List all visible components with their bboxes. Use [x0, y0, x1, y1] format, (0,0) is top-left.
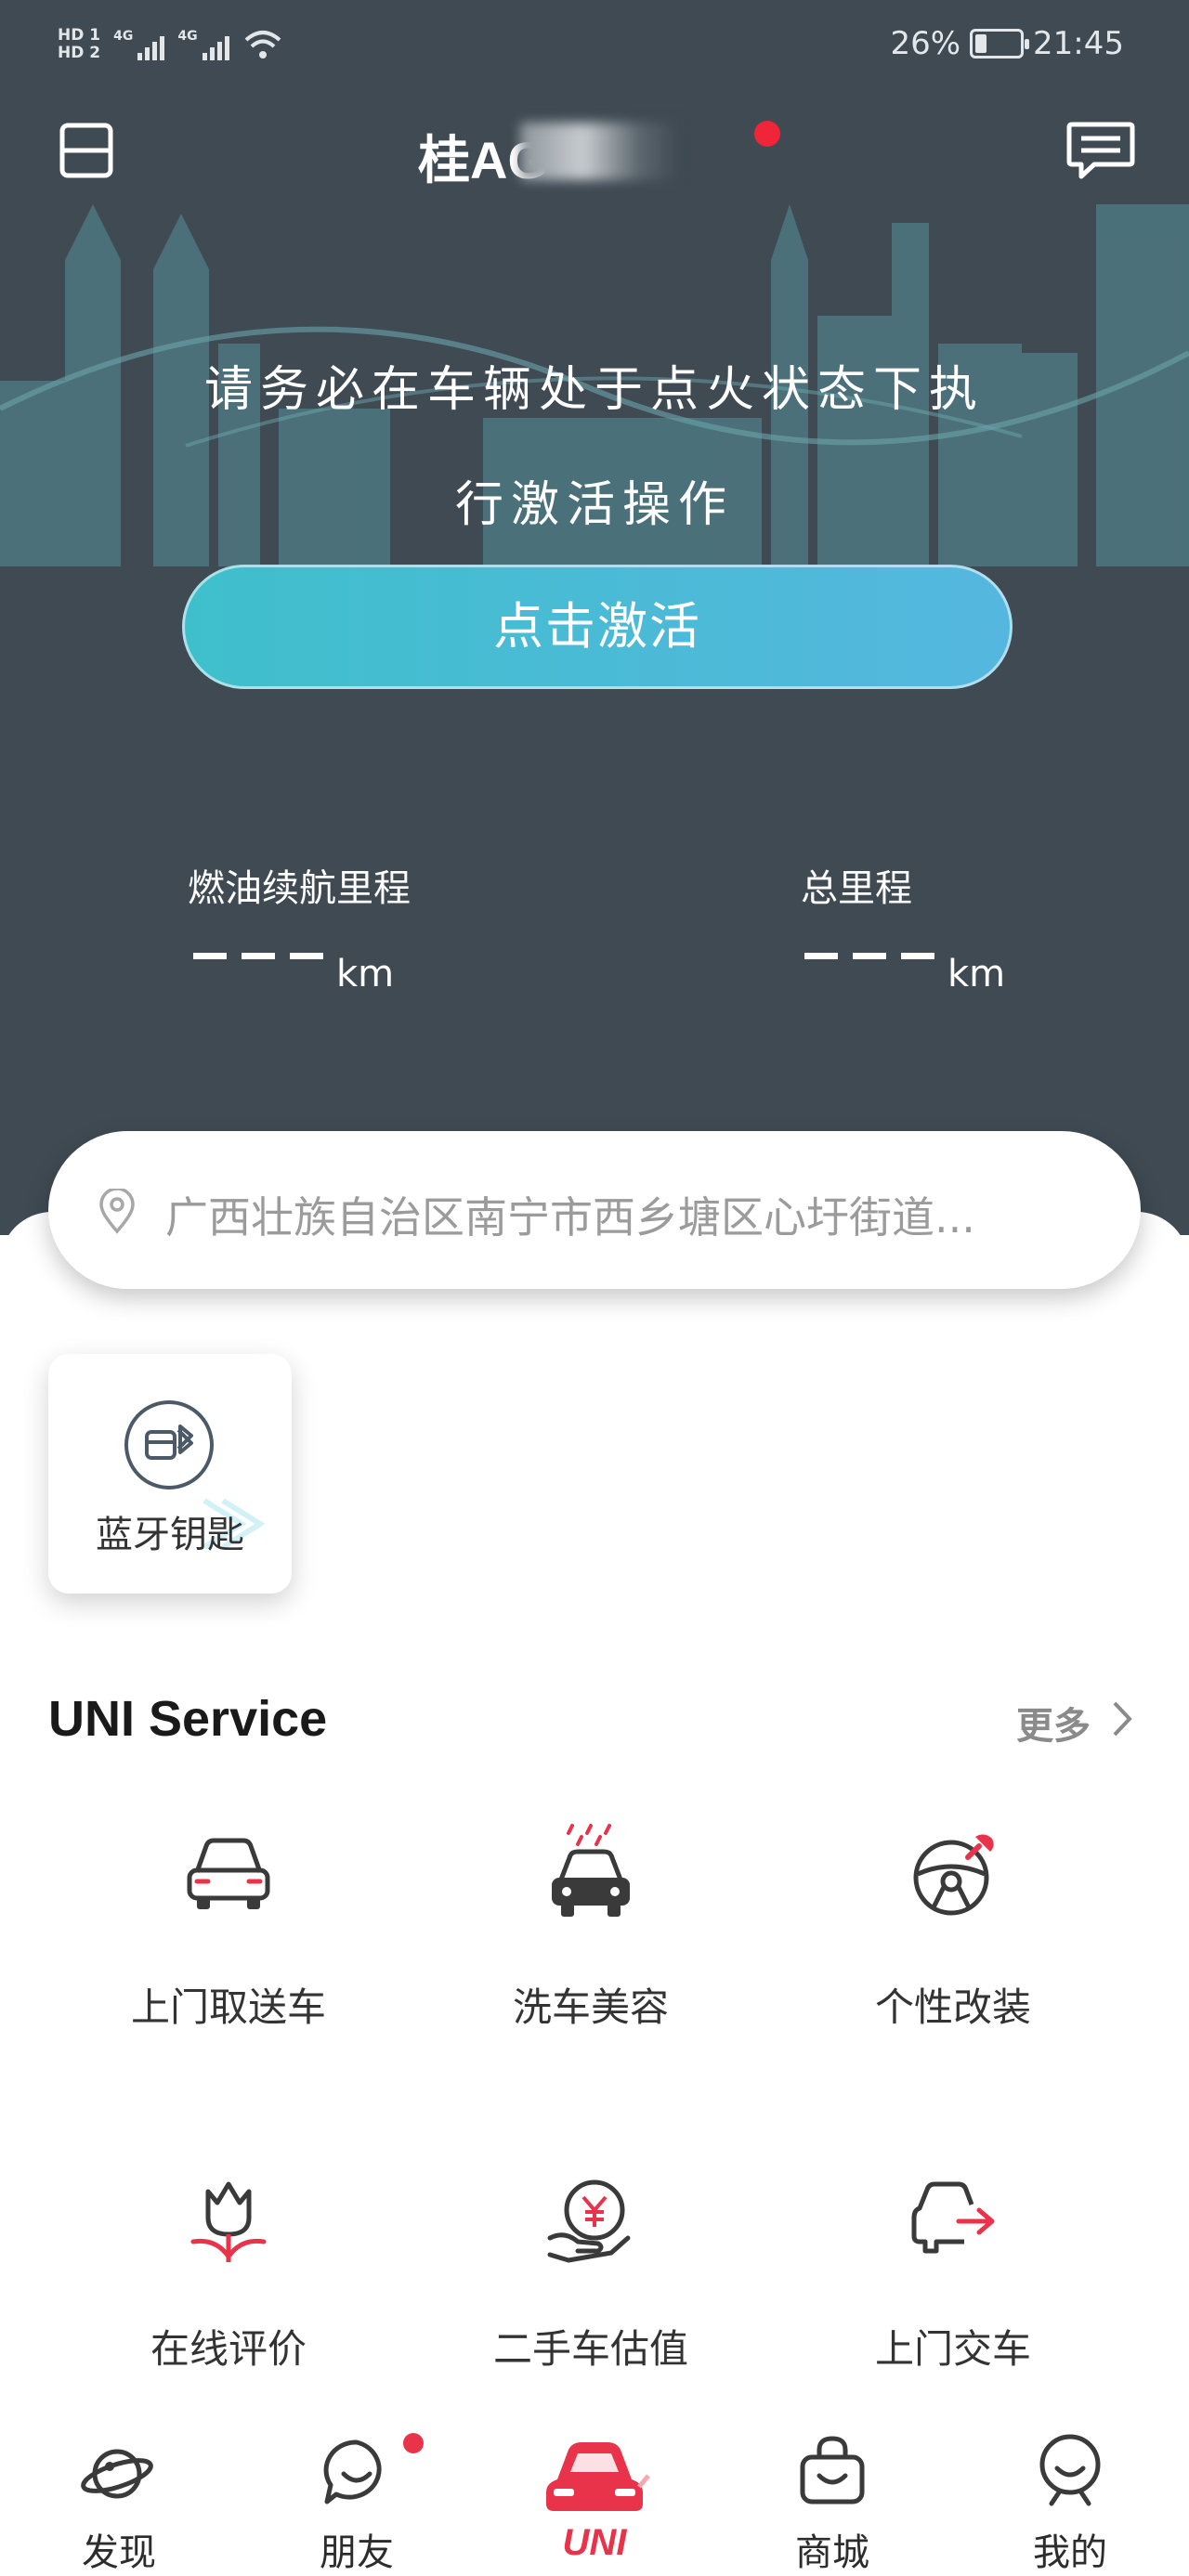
battery-percent: 26% — [890, 25, 961, 62]
nav-friends[interactable]: 朋友 — [264, 2522, 450, 2576]
steering-wheel-icon[interactable] — [910, 1829, 1000, 1919]
address-text: 广西壮族自治区南宁市西乡塘区心圩街道... — [165, 1192, 975, 1242]
service-label-review[interactable]: 在线评价 — [89, 2318, 368, 2374]
total-mileage-value-placeholder — [804, 953, 934, 959]
tulip-icon[interactable] — [184, 2177, 273, 2266]
bluetooth-key-label: 蓝牙钥匙 — [96, 1514, 244, 1556]
battery-icon — [970, 29, 1030, 59]
activate-button[interactable]: 点击激活 — [182, 565, 1013, 689]
layout-icon[interactable] — [59, 123, 113, 178]
yuan-hand-icon[interactable] — [546, 2177, 635, 2266]
wifi-icon — [244, 31, 281, 59]
notification-dot — [754, 121, 780, 147]
planet-icon[interactable] — [78, 2440, 156, 2507]
location-pin-icon — [99, 1189, 135, 1234]
nav-uni[interactable]: UNI — [520, 2522, 669, 2564]
service-label-pickup[interactable]: 上门取送车 — [89, 1976, 368, 2033]
fuel-range-label: 燃油续航里程 — [188, 867, 411, 910]
friends-notification-dot — [403, 2433, 424, 2453]
chevron-right-icon[interactable] — [1111, 1699, 1133, 1738]
chat-bubble-icon[interactable] — [321, 2437, 392, 2507]
nav-mall[interactable]: 商城 — [739, 2522, 925, 2576]
nav-discover[interactable]: 发现 — [26, 2522, 212, 2576]
nav-mine[interactable]: 我的 — [977, 2522, 1163, 2576]
uni-car-icon[interactable] — [539, 2435, 650, 2520]
status-bar-right: 26% 21:45 — [890, 20, 1124, 67]
car-delivery-icon[interactable] — [910, 2177, 1000, 2266]
signal-icon: 4G — [113, 29, 165, 60]
total-mileage-unit: km — [947, 953, 1006, 995]
message-icon[interactable] — [1066, 121, 1135, 182]
service-label-delivery[interactable]: 上门交车 — [814, 2318, 1092, 2374]
total-mileage-label: 总里程 — [801, 867, 912, 910]
bluetooth-key-icon — [124, 1400, 214, 1490]
more-link[interactable]: 更多 — [1016, 1696, 1091, 1750]
fuel-range-unit: km — [336, 953, 395, 995]
status-bar-left: HD 1 HD 2 4G 4G — [58, 17, 283, 72]
car-wash-icon[interactable] — [546, 1822, 635, 1922]
activation-notice-line1: 请务必在车辆处于点火状态下执 — [203, 362, 985, 418]
service-section-title: UNI Service — [48, 1691, 328, 1747]
service-label-mods[interactable]: 个性改装 — [814, 1976, 1092, 2033]
profile-icon[interactable] — [1035, 2433, 1105, 2507]
car-front-icon[interactable] — [184, 1835, 273, 1913]
sim2-label: HD 2 — [58, 44, 101, 62]
service-label-valuation[interactable]: 二手车估值 — [451, 2318, 730, 2374]
service-label-wash[interactable]: 洗车美容 — [451, 1976, 730, 2033]
more-link-label: 更多 — [1016, 1705, 1091, 1748]
sim1-label: HD 1 — [58, 26, 101, 45]
activation-notice-line2: 行激活操作 — [454, 477, 734, 533]
plate-redaction — [520, 123, 678, 180]
shopping-bag-icon[interactable] — [797, 2433, 868, 2507]
clock: 21:45 — [1033, 25, 1124, 62]
fuel-range-value-placeholder — [193, 953, 323, 959]
signal-icon-2: 4G — [177, 29, 229, 60]
